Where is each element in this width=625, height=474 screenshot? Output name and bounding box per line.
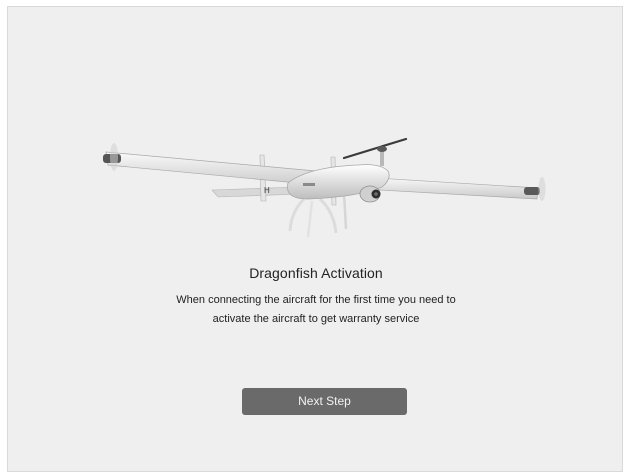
page-title: Dragonfish Activation (249, 265, 383, 281)
tail-mark-text: H (264, 186, 270, 195)
description-line-2: activate the aircraft to get warranty se… (212, 313, 420, 325)
next-step-button[interactable]: Next Step (242, 388, 407, 415)
description-line-1: When connecting the aircraft for the fir… (176, 294, 456, 306)
activation-screen: H Dragonfish Activation When connecting … (7, 6, 623, 472)
activation-description: When connecting the aircraft for the fir… (8, 291, 622, 329)
